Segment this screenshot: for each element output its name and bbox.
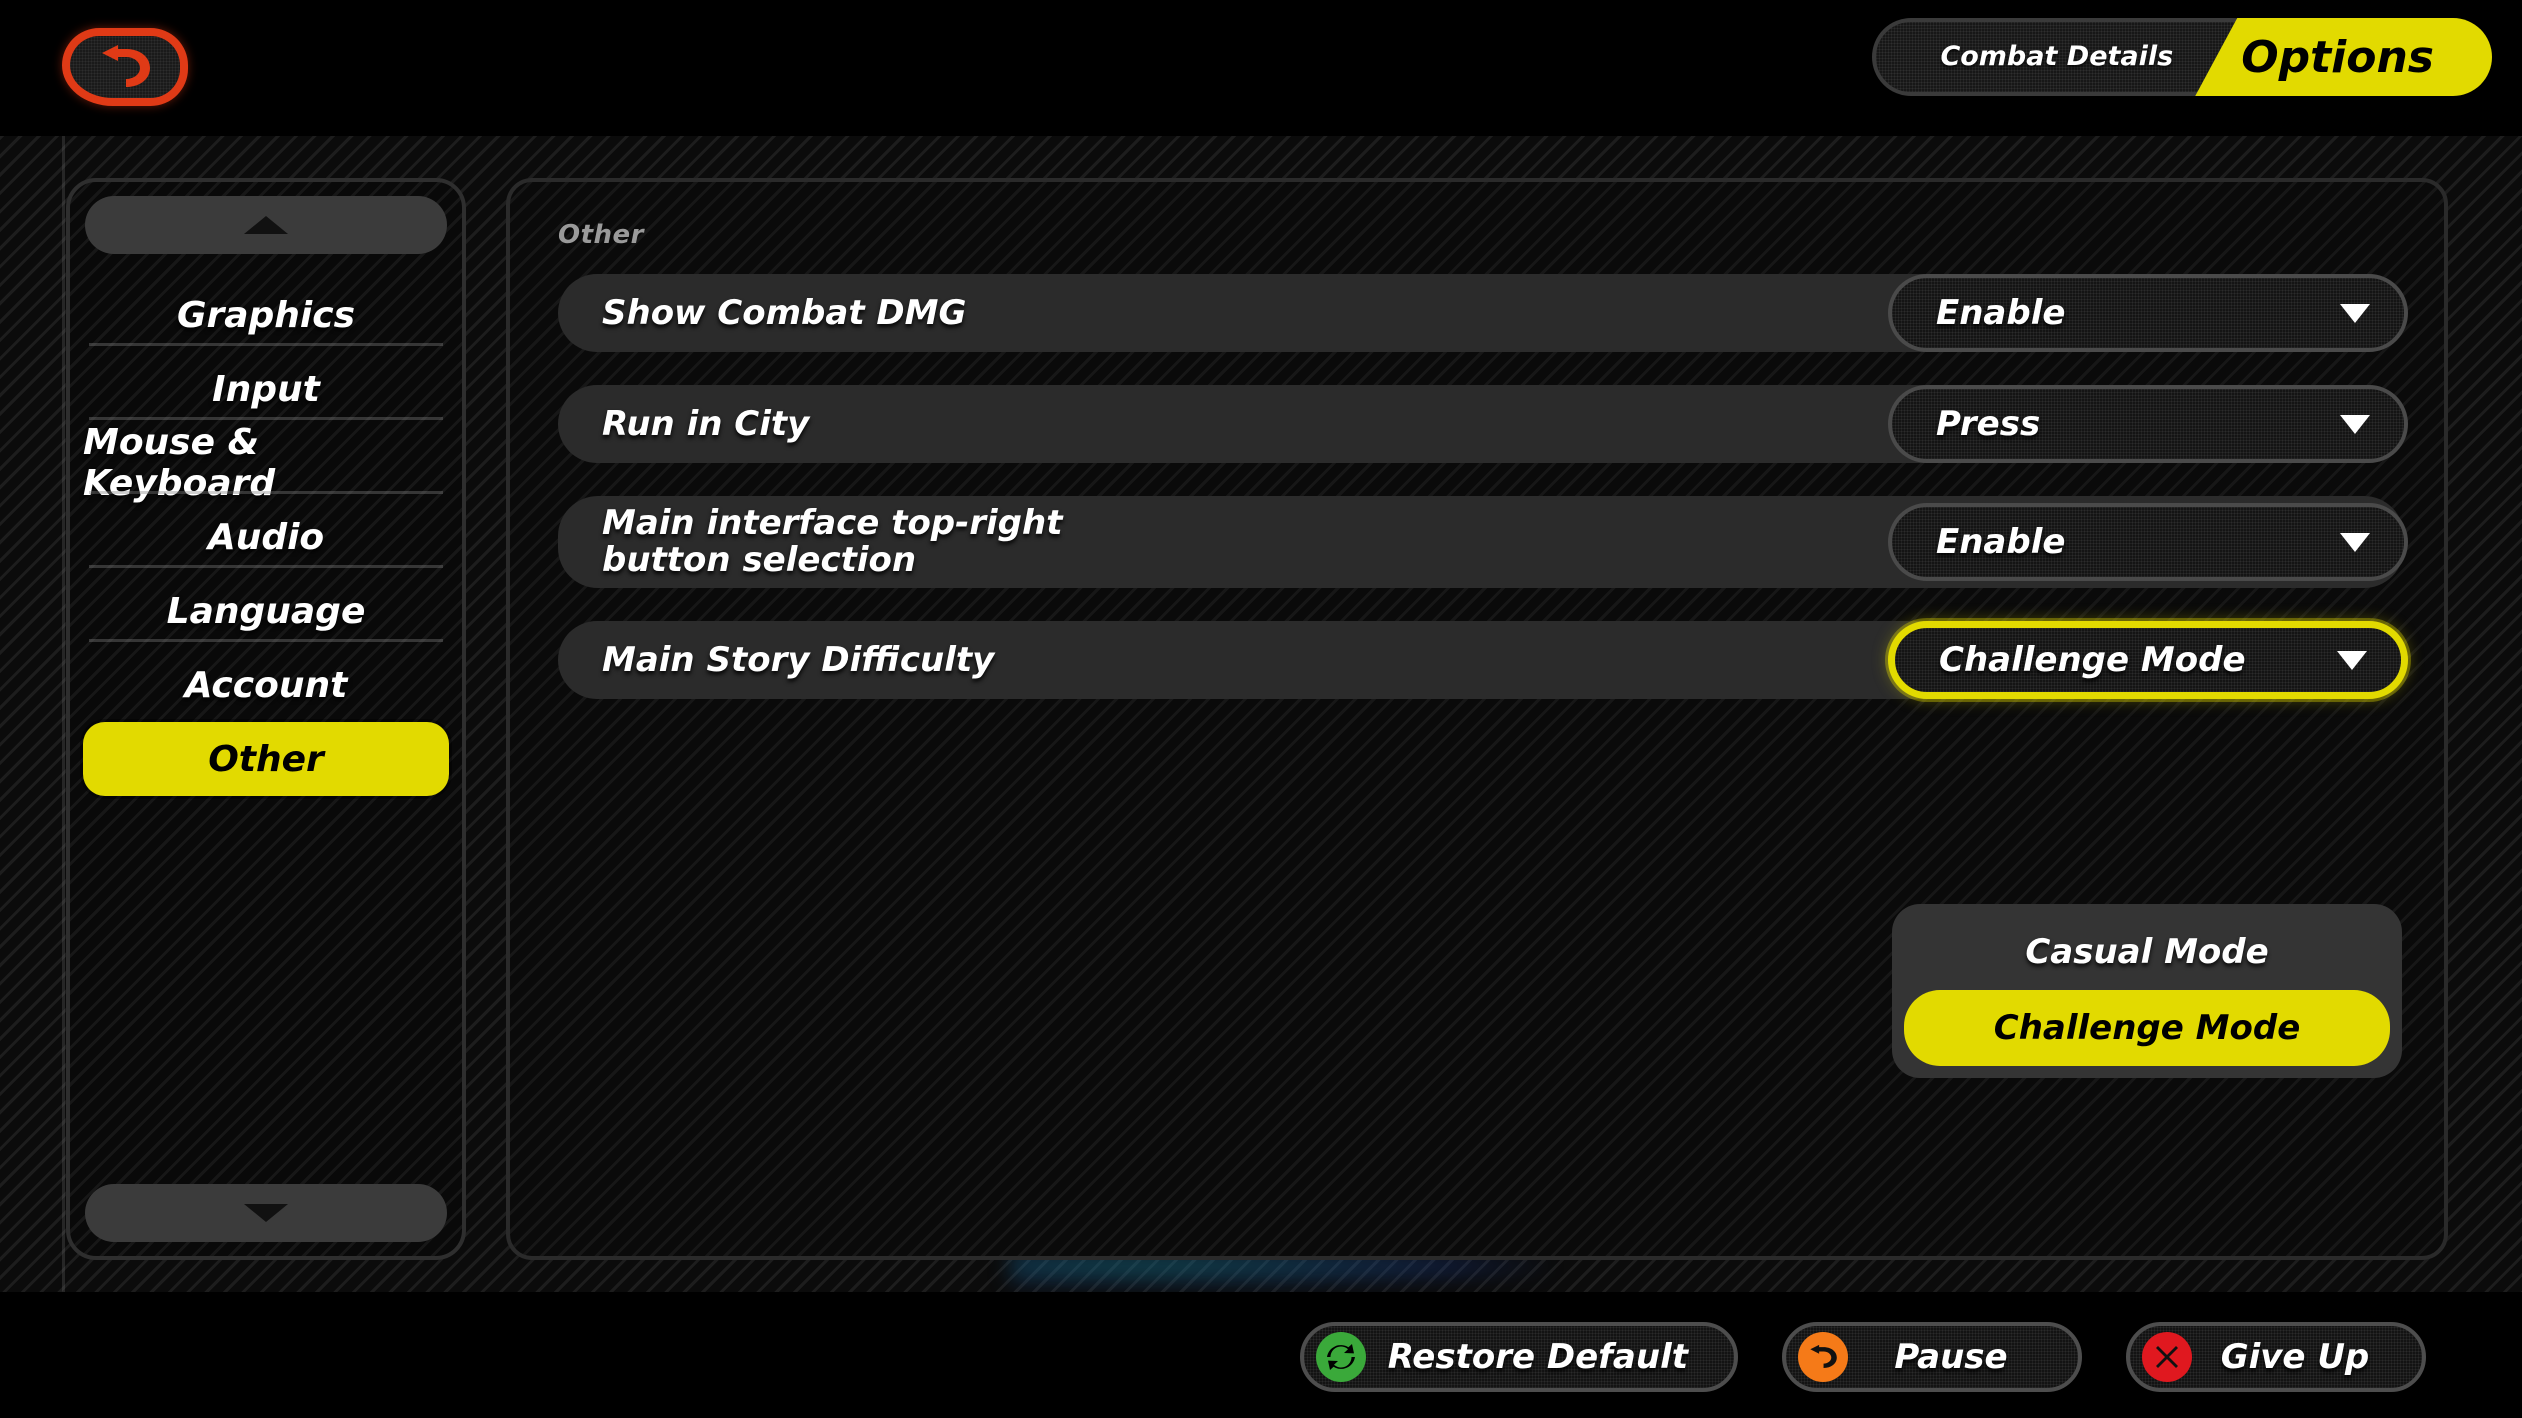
setting-label: Show Combat DMG [602, 292, 967, 333]
dropdown-menu-main-story-difficulty: Casual Mode Challenge Mode [1892, 904, 2402, 1078]
chevron-down-icon [2337, 650, 2367, 670]
chevron-down-icon [244, 1204, 288, 1222]
close-x-icon [2142, 1332, 2192, 1382]
chevron-down-icon [2340, 414, 2370, 434]
pause-button[interactable]: Pause [1782, 1322, 2082, 1392]
sidebar-item-other[interactable]: Other [83, 722, 449, 796]
dropdown-topright-button-selection[interactable]: Enable [1888, 503, 2408, 581]
bottom-action-bar: Restore Default Pause Give Up [0, 1296, 2522, 1418]
dropdown-main-story-difficulty[interactable]: Challenge Mode [1888, 621, 2408, 699]
sidebar-item-input[interactable]: Input [83, 343, 449, 426]
chevron-up-icon [244, 216, 288, 234]
setting-row-run-in-city: Run in City Press [558, 385, 2408, 463]
dropdown-value: Enable [1936, 522, 2066, 562]
dropdown-run-in-city[interactable]: Press [1888, 385, 2408, 463]
refresh-icon [1315, 1332, 1366, 1382]
setting-row-show-combat-dmg: Show Combat DMG Enable [558, 274, 2408, 352]
sidebar-scroll-up-button[interactable] [85, 196, 447, 254]
settings-sidebar: Graphics Input Mouse & Keyboard Audio La… [66, 178, 466, 1260]
tab-options[interactable]: Options [2195, 18, 2492, 96]
setting-label: Main interface top-right button selectio… [602, 503, 1063, 580]
dropdown-value: Press [1936, 404, 2041, 444]
restore-default-button[interactable]: Restore Default [1299, 1322, 1738, 1392]
setting-label: Run in City [602, 403, 810, 444]
sidebar-item-audio[interactable]: Audio [83, 491, 449, 574]
setting-row-main-story-difficulty: Main Story Difficulty Challenge Mode [558, 621, 2408, 699]
chevron-down-icon [2340, 303, 2370, 323]
options-screen: Combat Details Options Graphics Input Mo… [0, 0, 2522, 1418]
setting-label: Main Story Difficulty [602, 639, 995, 680]
button-label: Restore Default [1387, 1337, 1688, 1377]
undo-arrow-icon [1798, 1332, 1848, 1382]
stage-left-divider [62, 136, 65, 1296]
dropdown-option-casual-mode[interactable]: Casual Mode [1904, 914, 2390, 990]
top-header-bar: Combat Details Options [0, 0, 2522, 136]
dropdown-show-combat-dmg[interactable]: Enable [1888, 274, 2408, 352]
sidebar-item-graphics[interactable]: Graphics [83, 278, 449, 352]
section-label: Other [558, 220, 644, 250]
sidebar-item-mouse-keyboard[interactable]: Mouse & Keyboard [83, 417, 449, 504]
setting-row-topright-button-selection: Main interface top-right button selectio… [558, 496, 2408, 588]
sidebar-item-account[interactable]: Account [83, 639, 449, 722]
header-tabs: Combat Details Options [1872, 18, 2492, 96]
sidebar-item-language[interactable]: Language [83, 565, 449, 648]
undo-arrow-icon [102, 45, 150, 87]
chevron-down-icon [2340, 532, 2370, 552]
dropdown-option-challenge-mode[interactable]: Challenge Mode [1904, 990, 2390, 1066]
settings-panel: Other Show Combat DMG Enable Run in City… [506, 178, 2448, 1260]
button-label: Give Up [2220, 1337, 2370, 1377]
give-up-button[interactable]: Give Up [2126, 1322, 2426, 1392]
settings-rows: Show Combat DMG Enable Run in City Press… [558, 274, 2408, 732]
button-label: Pause [1894, 1337, 2008, 1377]
back-button[interactable] [62, 28, 188, 106]
dropdown-value: Enable [1936, 293, 2066, 333]
sidebar-nav-list: Graphics Input Mouse & Keyboard Audio La… [83, 278, 449, 1184]
sidebar-scroll-down-button[interactable] [85, 1184, 447, 1242]
dropdown-value: Challenge Mode [1939, 640, 2246, 680]
